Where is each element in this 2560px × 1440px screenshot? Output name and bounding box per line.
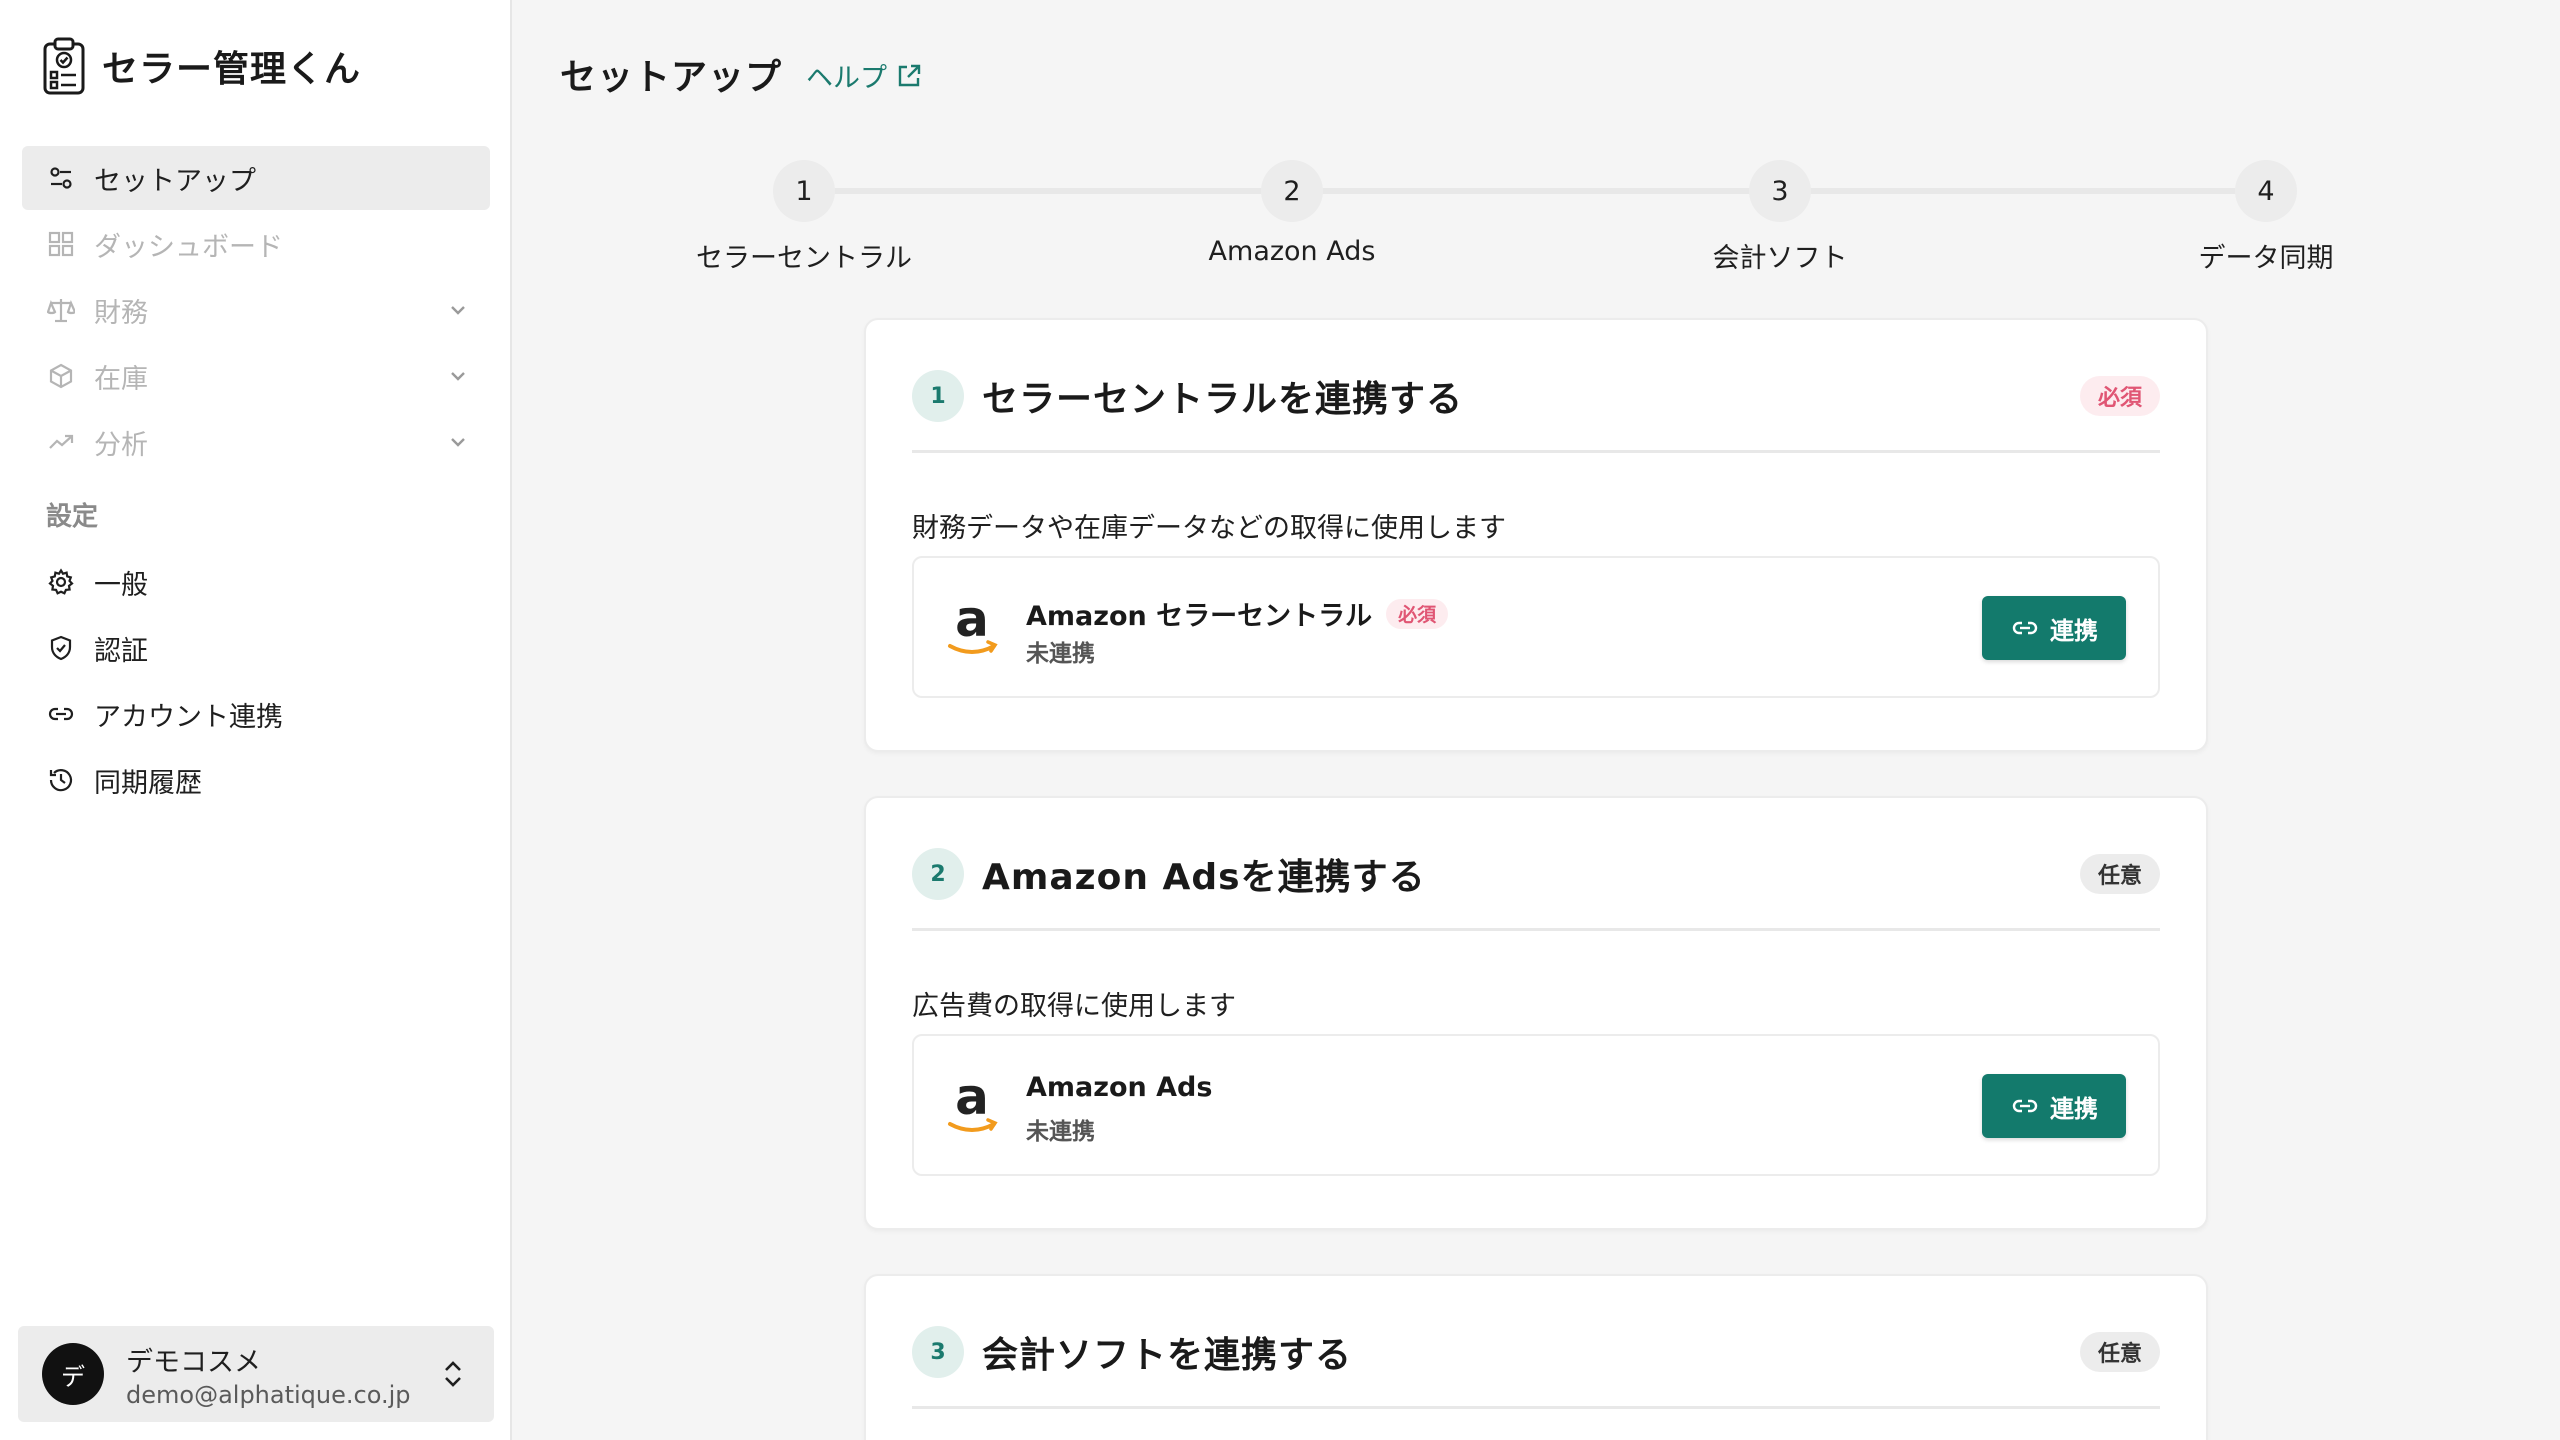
history-icon [46, 765, 76, 795]
step-number: 4 [2235, 160, 2297, 222]
card-header: 1 セラーセントラルを連携する 必須 [912, 368, 2160, 424]
card-number: 2 [912, 848, 964, 900]
link-icon [2012, 1099, 2038, 1113]
user-info: デモコスメ demo@alphatique.co.jp [126, 1340, 411, 1409]
service-name: Amazon Ads [1026, 1072, 1212, 1103]
optional-badge: 任意 [2079, 1332, 2160, 1372]
sidebar-item-general[interactable]: 一般 [22, 550, 490, 614]
required-badge: 必須 [2079, 376, 2160, 416]
sidebar-item-dashboard[interactable]: ダッシュボード [22, 212, 490, 276]
sidebar-item-setup[interactable]: セットアップ [22, 146, 490, 210]
sidebar-item-label: 在庫 [94, 363, 148, 395]
connect-button-label: 連携 [2050, 616, 2098, 645]
step-label: 会計ソフト [1712, 243, 1848, 274]
card-seller-central: 1 セラーセントラルを連携する 必須 財務データや在庫データなどの取得に使用しま… [864, 318, 2208, 752]
sidebar-item-label: 同期履歴 [94, 767, 202, 799]
service-name-text: Amazon Ads [1026, 1072, 1213, 1103]
connect-seller-central-button[interactable]: 連携 [1982, 596, 2126, 660]
card-description: 財務データや在庫データなどの取得に使用します [912, 513, 1506, 544]
step-number: 1 [773, 160, 835, 222]
amazon-logo-icon: a [948, 1072, 998, 1132]
sidebar-item-label: 一般 [94, 569, 148, 601]
card-accounting-software: 3 会計ソフトを連携する 任意 [864, 1274, 2208, 1440]
grid-icon [46, 229, 76, 259]
sidebar-item-sync-history[interactable]: 同期履歴 [22, 748, 490, 812]
sidebar-item-label: ダッシュボード [94, 231, 283, 263]
help-link-label: ヘルプ [806, 63, 887, 94]
svg-text:a: a [955, 594, 989, 648]
sidebar-item-inventory[interactable]: 在庫 [22, 344, 490, 408]
service-row: a Amazon セラーセントラル 必須 未連携 連携 [912, 556, 2160, 698]
shield-check-icon [46, 633, 76, 663]
sidebar-item-auth[interactable]: 認証 [22, 616, 490, 680]
avatar: デ [42, 1343, 104, 1405]
sidebar-item-label: セットアップ [94, 165, 256, 197]
gear-icon [46, 567, 76, 597]
step-number: 3 [1749, 160, 1811, 222]
step-label: Amazon Ads [1208, 236, 1376, 267]
service-name-text: Amazon セラーセントラル [1026, 601, 1373, 632]
sliders-icon [46, 163, 76, 193]
card-title: 会計ソフトを連携する [982, 1335, 1353, 1376]
required-badge: 必須 [1386, 598, 1449, 629]
divider [912, 1406, 2160, 1409]
link-icon [2012, 621, 2038, 635]
trend-icon [46, 427, 76, 457]
service-row: a Amazon Ads 未連携 連携 [912, 1034, 2160, 1176]
settings-section-label: 設定 [46, 502, 99, 532]
sidebar-item-label: 認証 [94, 635, 148, 667]
card-number: 1 [912, 370, 964, 422]
card-amazon-ads: 2 Amazon Adsを連携する 任意 広告費の取得に使用します a Amaz… [864, 796, 2208, 1230]
user-menu[interactable]: デ デモコスメ demo@alphatique.co.jp [18, 1326, 494, 1422]
service-status: 未連携 [1026, 1119, 1095, 1145]
step-number: 2 [1261, 160, 1323, 222]
card-description: 広告費の取得に使用します [912, 991, 1236, 1022]
step-1[interactable]: 1 セラーセントラル [654, 160, 954, 275]
sidebar-item-analytics[interactable]: 分析 [22, 410, 490, 474]
step-label: セラーセントラル [696, 243, 912, 274]
service-status: 未連携 [1026, 641, 1095, 667]
box-icon [46, 361, 76, 391]
user-email: demo@alphatique.co.jp [126, 1380, 411, 1409]
app-name: セラー管理くん [102, 49, 362, 90]
divider [912, 928, 2160, 931]
brand[interactable]: セラー管理くん [42, 36, 361, 96]
chevron-down-icon[interactable] [446, 430, 470, 454]
chevron-down-icon[interactable] [446, 364, 470, 388]
step-2[interactable]: 2 Amazon Ads [1142, 160, 1442, 267]
link-icon [46, 699, 76, 729]
clipboard-check-icon [43, 37, 85, 95]
card-title: セラーセントラルを連携する [982, 379, 1464, 420]
amazon-logo-icon: a [948, 594, 998, 654]
stepper-track [804, 188, 2266, 194]
user-name: デモコスメ [126, 1346, 261, 1378]
optional-badge: 任意 [2079, 854, 2160, 894]
card-number: 3 [912, 1326, 964, 1378]
sidebar-item-finance[interactable]: 財務 [22, 278, 490, 342]
sidebar-item-label: 財務 [94, 297, 148, 329]
help-link[interactable]: ヘルプ [806, 56, 923, 95]
chevrons-up-down-icon[interactable] [438, 1358, 468, 1390]
card-title: Amazon Adsを連携する [982, 857, 1426, 898]
step-label: データ同期 [2198, 243, 2334, 274]
divider [912, 450, 2160, 453]
chevron-down-icon[interactable] [446, 298, 470, 322]
service-name: Amazon セラーセントラル 必須 [1026, 594, 1449, 633]
card-header: 2 Amazon Adsを連携する 任意 [912, 846, 2160, 902]
sidebar: セラー管理くん セットアップ ダッシュボード 財務 在庫 分析 設定 一般 認証… [0, 0, 512, 1440]
sidebar-item-account-link[interactable]: アカウント連携 [22, 682, 490, 746]
card-header: 3 会計ソフトを連携する 任意 [912, 1324, 2160, 1380]
connect-amazon-ads-button[interactable]: 連携 [1982, 1074, 2126, 1138]
page-title: セットアップ [560, 57, 783, 98]
sidebar-item-label: アカウント連携 [94, 701, 283, 733]
svg-text:a: a [955, 1072, 989, 1126]
step-4[interactable]: 4 データ同期 [2116, 160, 2416, 275]
step-3[interactable]: 3 会計ソフト [1630, 160, 1930, 275]
scale-icon [46, 295, 76, 325]
external-link-icon [898, 64, 921, 86]
sidebar-item-label: 分析 [94, 429, 148, 461]
connect-button-label: 連携 [2050, 1094, 2098, 1123]
